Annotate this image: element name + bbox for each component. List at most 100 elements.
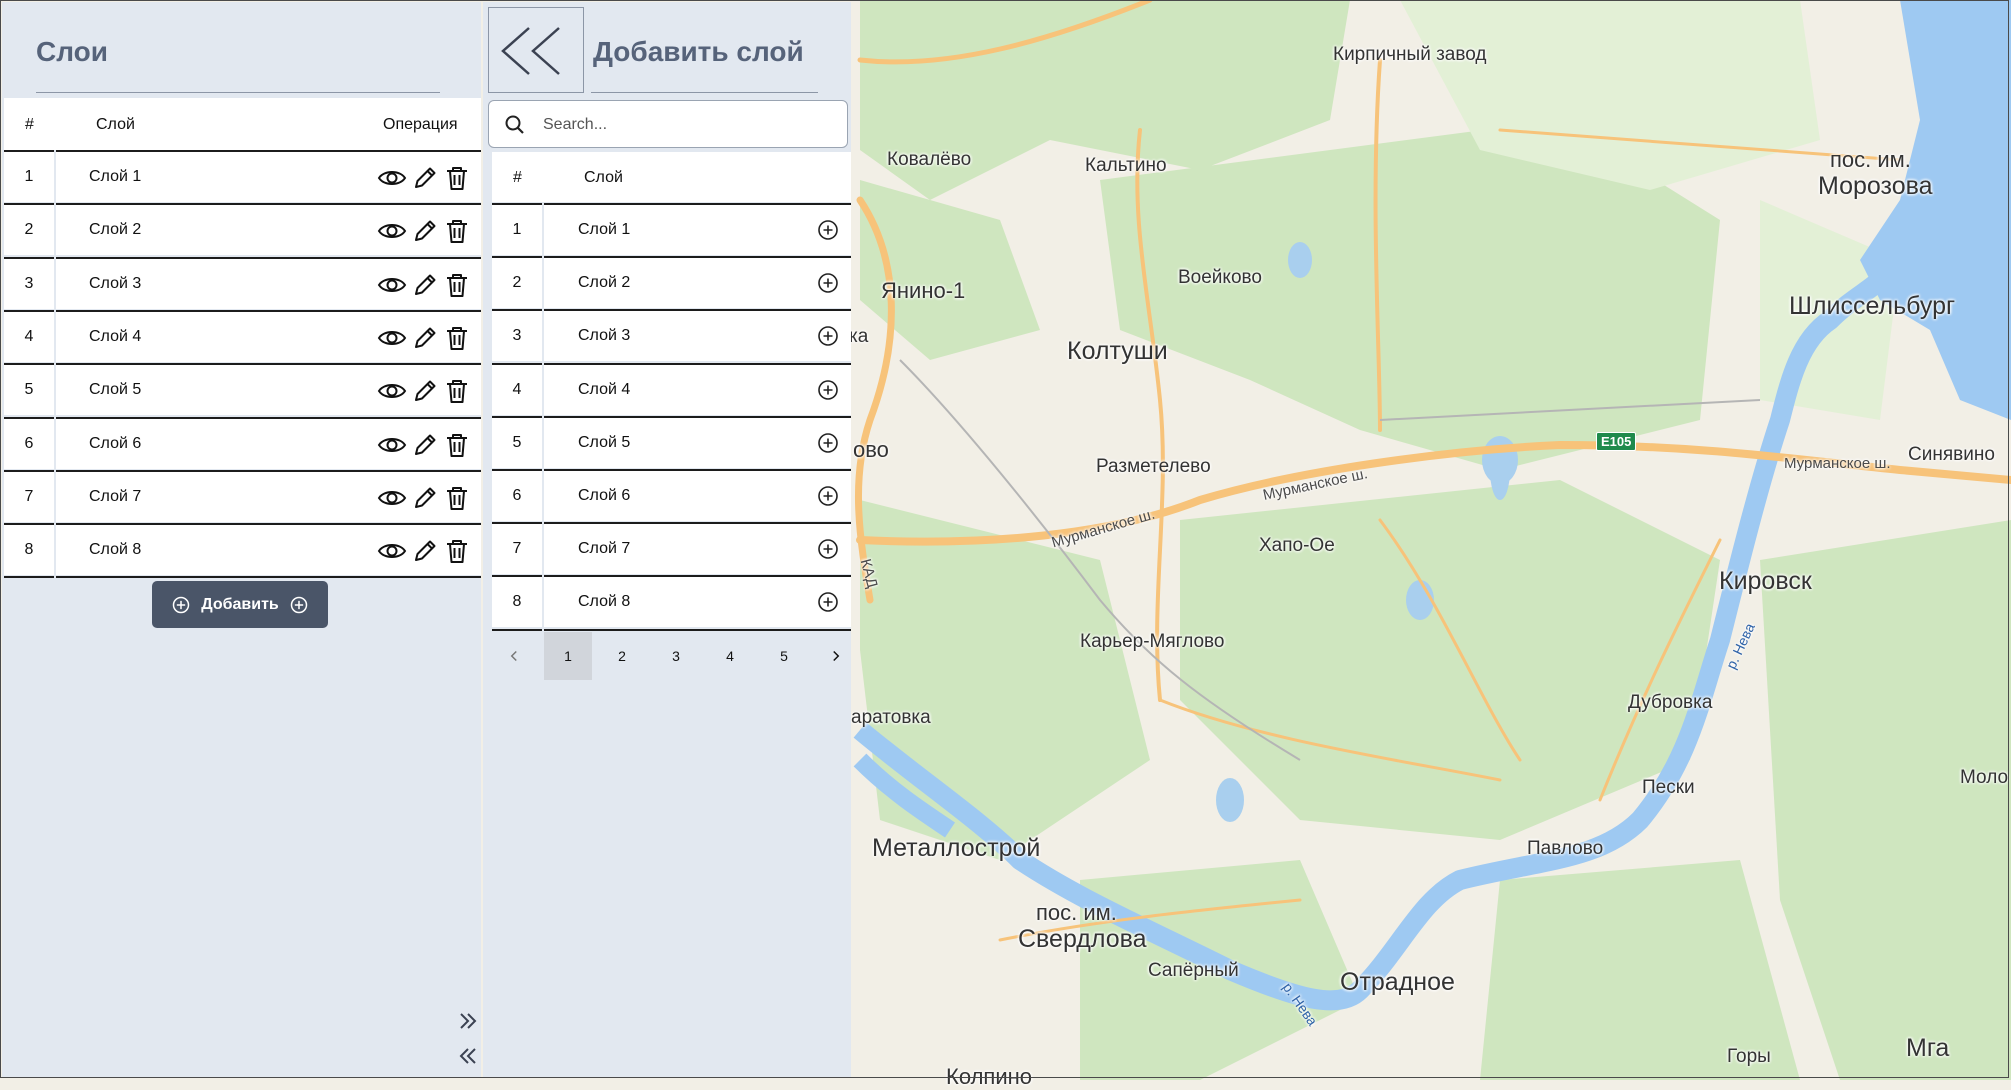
double-chevron-left-icon (501, 27, 560, 75)
column-header-layer: Слой (584, 169, 623, 186)
add-layer-row-button[interactable] (816, 218, 840, 242)
row-index: 6 (24, 435, 34, 452)
row-layer-name: Слой 1 (578, 221, 631, 238)
add-layer-row-button[interactable] (816, 271, 840, 295)
pencil-icon[interactable] (410, 323, 440, 353)
chevrons-right-icon[interactable] (456, 1009, 480, 1033)
row-divider (544, 363, 851, 365)
add-layer-row-button[interactable] (816, 324, 840, 348)
pagination-page[interactable]: 2 (598, 632, 646, 680)
table-row: 5 (4, 365, 54, 415)
trash-icon[interactable] (442, 323, 472, 353)
search-icon (505, 115, 524, 134)
row-divider (56, 203, 481, 205)
pencil-icon[interactable] (410, 216, 440, 246)
plus-circle-icon (818, 592, 838, 612)
map-label: Кальтино (1085, 155, 1167, 176)
pagination-page[interactable]: 1 (544, 632, 592, 680)
eye-icon[interactable] (377, 483, 407, 513)
table-cell-layer: Слой 2 (544, 258, 851, 308)
pencil-icon[interactable] (410, 483, 440, 513)
pencil-icon[interactable] (410, 376, 440, 406)
trash-icon[interactable] (442, 536, 472, 566)
row-divider (544, 256, 851, 258)
row-layer-name: Слой 1 (89, 168, 142, 185)
row-divider (544, 416, 851, 418)
add-layer-row-button[interactable] (816, 484, 840, 508)
add-layer-row-button[interactable] (816, 431, 840, 455)
eye-icon[interactable] (377, 430, 407, 460)
row-layer-name: Слой 5 (89, 381, 142, 398)
trash-icon[interactable] (442, 376, 472, 406)
row-divider (56, 150, 481, 152)
plus-circle-icon (818, 273, 838, 293)
row-index: 4 (24, 328, 34, 345)
add-layer-row-button[interactable] (816, 590, 840, 614)
road-shield-e105: E105 (1596, 432, 1637, 451)
title-underline (591, 92, 818, 93)
search-field[interactable] (488, 100, 848, 148)
add-layer-button[interactable]: Добавить (152, 581, 328, 628)
map-label: Колпино (946, 1064, 1032, 1089)
row-divider (4, 310, 54, 312)
row-index: 8 (512, 593, 522, 610)
eye-icon[interactable] (377, 376, 407, 406)
pagination-page[interactable]: 3 (652, 632, 700, 680)
table-row: 4 (4, 312, 54, 362)
trash-icon[interactable] (442, 216, 472, 246)
map-label: Янино-1 (881, 278, 966, 303)
table-row: 6 (4, 419, 54, 469)
map-label: ово (853, 437, 889, 462)
plus-circle-icon (818, 486, 838, 506)
row-divider (544, 522, 851, 524)
row-divider (492, 256, 542, 258)
eye-icon[interactable] (377, 163, 407, 193)
eye-icon[interactable] (377, 536, 407, 566)
row-index: 2 (512, 274, 522, 291)
pagination-next[interactable] (812, 632, 860, 680)
pencil-icon[interactable] (410, 163, 440, 193)
pagination-prev[interactable] (490, 632, 538, 680)
row-divider (544, 309, 851, 311)
pencil-icon[interactable] (410, 430, 440, 460)
trash-icon[interactable] (442, 430, 472, 460)
add-layer-row-button[interactable] (816, 537, 840, 561)
row-divider (4, 203, 54, 205)
back-button[interactable] (488, 7, 584, 93)
pagination-page[interactable]: 5 (760, 632, 808, 680)
plus-circle-icon (173, 596, 190, 613)
table-row: 2 (4, 205, 54, 255)
search-input[interactable] (541, 113, 835, 137)
layers-panel-title: Слои (36, 36, 108, 67)
eye-icon[interactable] (377, 216, 407, 246)
map-label: Разметелево (1096, 456, 1211, 477)
map-label: Мурманское ш. (1784, 455, 1891, 472)
row-index: 7 (24, 488, 34, 505)
map-label: Морозова (1818, 172, 1933, 200)
trash-icon[interactable] (442, 163, 472, 193)
add-layer-row-button[interactable] (816, 378, 840, 402)
eye-icon[interactable] (377, 270, 407, 300)
column-header-operation: Операция (383, 116, 458, 133)
row-divider (4, 363, 54, 365)
table-row: 3 (4, 259, 54, 309)
table-row: 2 (492, 258, 542, 308)
pencil-icon[interactable] (410, 270, 440, 300)
map-label: Дубровка (1628, 692, 1713, 713)
row-divider (492, 469, 542, 471)
table-cell-layer: Слой 4 (544, 365, 851, 415)
row-divider (56, 310, 481, 312)
pencil-icon[interactable] (410, 536, 440, 566)
pagination-page[interactable]: 4 (706, 632, 754, 680)
row-index: 4 (512, 381, 522, 398)
table-row: 7 (492, 524, 542, 574)
row-divider (492, 575, 542, 577)
trash-icon[interactable] (442, 270, 472, 300)
chevrons-left-icon[interactable] (456, 1044, 480, 1068)
trash-icon[interactable] (442, 483, 472, 513)
row-divider (4, 417, 54, 419)
eye-icon[interactable] (377, 323, 407, 353)
column-header-index: # (513, 169, 522, 186)
row-layer-name: Слой 4 (89, 328, 142, 345)
table-row: 5 (492, 418, 542, 468)
